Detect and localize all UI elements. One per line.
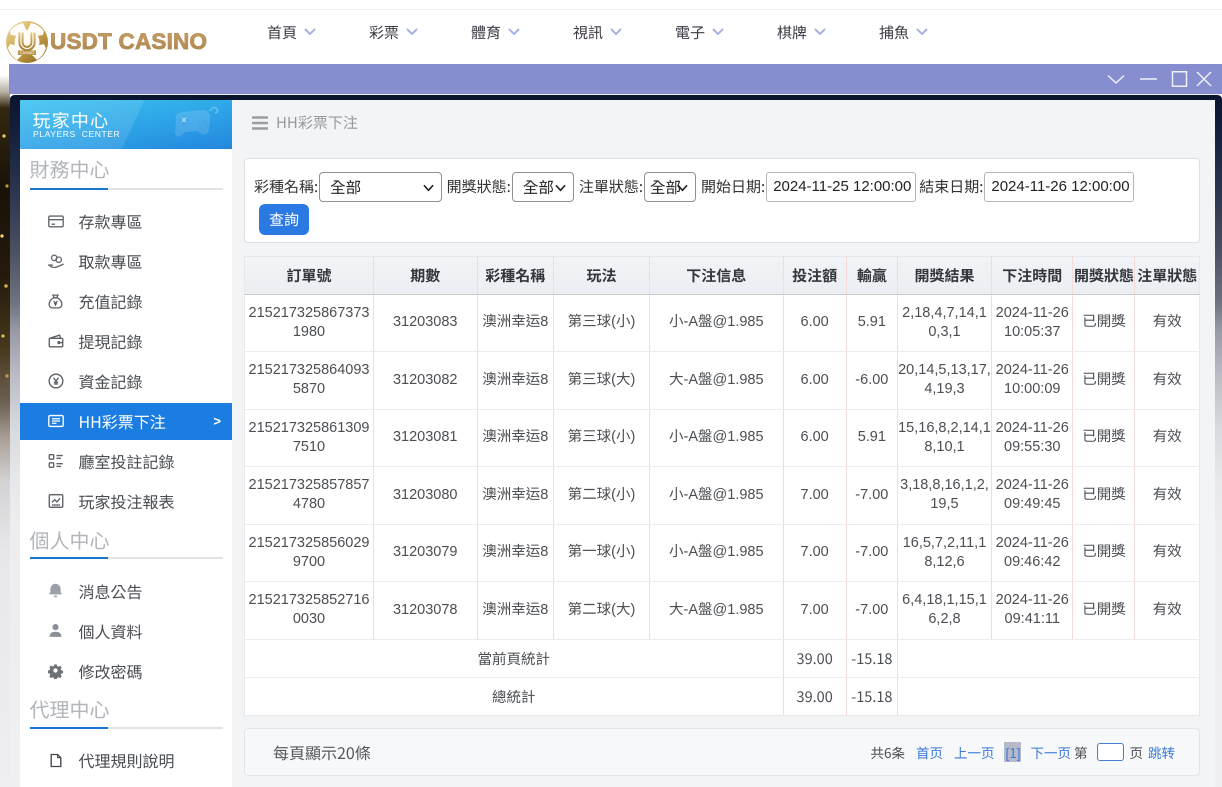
- svg-text:CASINO: CASINO: [20, 51, 35, 55]
